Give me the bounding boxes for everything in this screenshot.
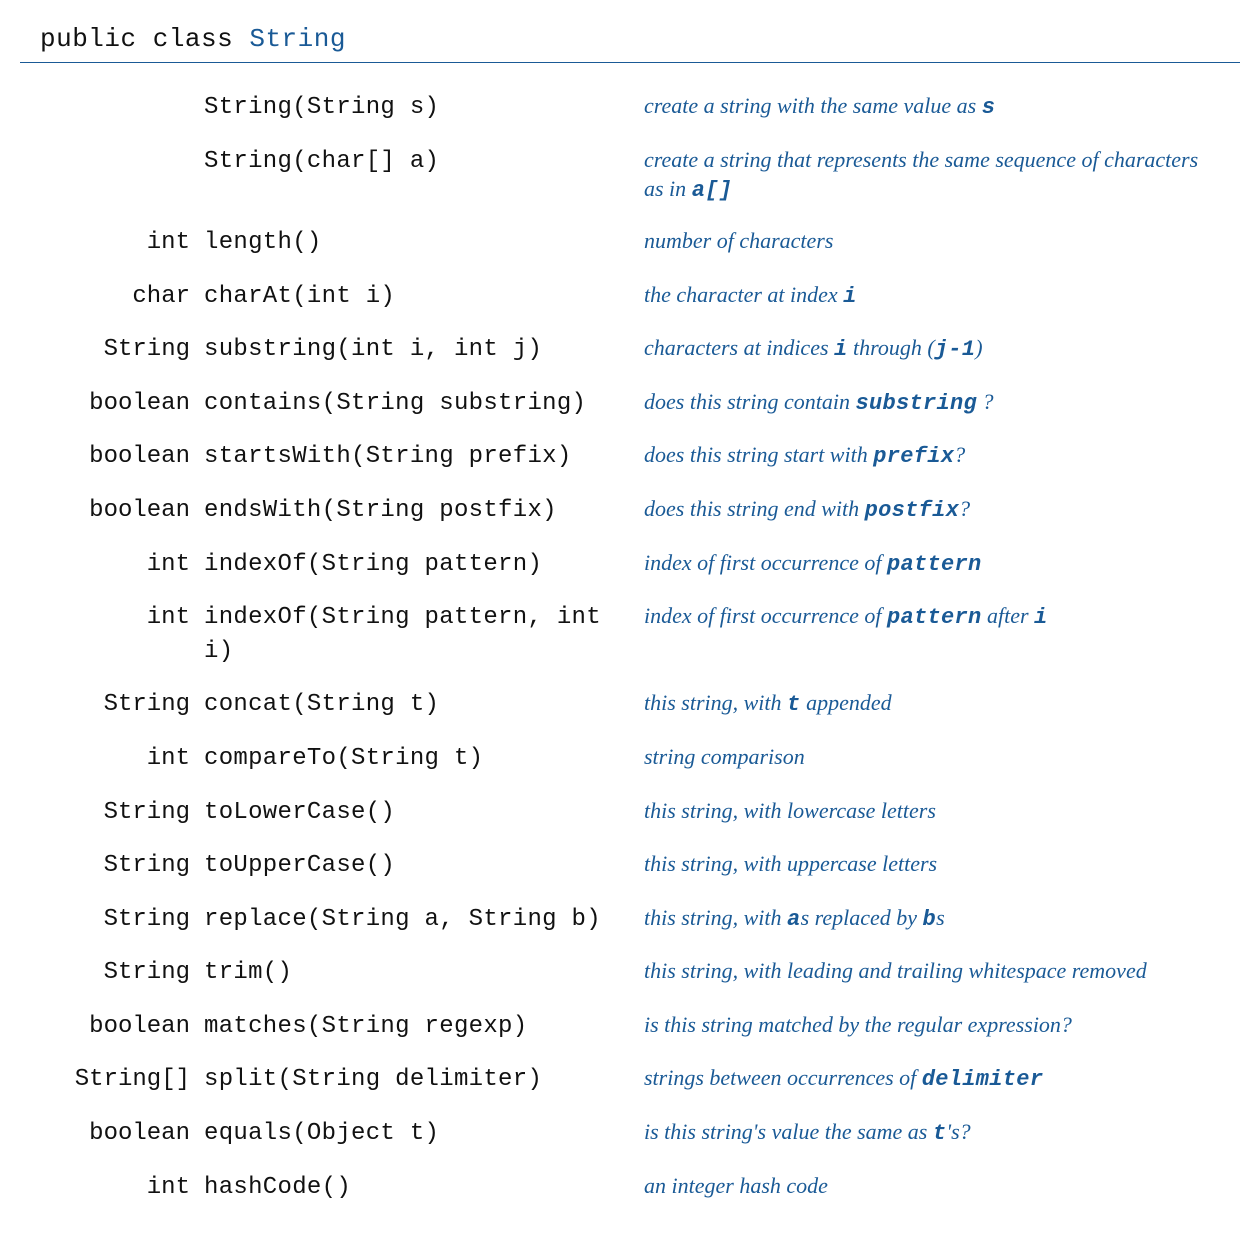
api-table: public class String String(String s)crea… [0, 0, 1260, 1254]
return-type: int [20, 548, 204, 582]
return-type: boolean [20, 387, 204, 421]
method-description: does this string start with prefix? [644, 440, 1240, 472]
method-row: Stringconcat(String t)this string, with … [20, 678, 1240, 732]
return-type: int [20, 226, 204, 260]
return-type: String [20, 849, 204, 883]
return-type: boolean [20, 1010, 204, 1044]
method-signature: String(char[] a) [204, 145, 644, 179]
method-description: this string, with leading and trailing w… [644, 956, 1240, 986]
method-signature: charAt(int i) [204, 280, 644, 314]
method-description: create a string with the same value as s [644, 91, 1240, 123]
return-type: String [20, 796, 204, 830]
method-signature: String(String s) [204, 91, 644, 125]
method-row: String(char[] a)create a string that rep… [20, 135, 1240, 216]
method-signature: indexOf(String pattern) [204, 548, 644, 582]
method-description: strings between occurrences of delimiter [644, 1063, 1240, 1095]
method-signature: startsWith(String prefix) [204, 440, 644, 474]
method-row: booleanendsWith(String postfix)does this… [20, 484, 1240, 538]
return-type: int [20, 601, 204, 635]
method-signature: compareTo(String t) [204, 742, 644, 776]
method-row: intcompareTo(String t)string comparison [20, 732, 1240, 786]
method-description: this string, with uppercase letters [644, 849, 1240, 879]
method-description: an integer hash code [644, 1171, 1240, 1201]
method-row: StringtoUpperCase()this string, with upp… [20, 839, 1240, 893]
method-signature: length() [204, 226, 644, 260]
return-type: char [20, 280, 204, 314]
method-row: booleanstartsWith(String prefix)does thi… [20, 430, 1240, 484]
return-type: String[] [20, 1063, 204, 1097]
return-type: String [20, 956, 204, 990]
return-type: boolean [20, 1117, 204, 1151]
method-description: this string, with t appended [644, 688, 1240, 720]
return-type: String [20, 688, 204, 722]
method-signature: concat(String t) [204, 688, 644, 722]
method-row: booleanequals(Object t)is this string's … [20, 1107, 1240, 1161]
method-row: booleancontains(String substring)does th… [20, 377, 1240, 431]
method-description: this string, with lowercase letters [644, 796, 1240, 826]
method-signature: toLowerCase() [204, 796, 644, 830]
return-type: int [20, 742, 204, 776]
return-type: boolean [20, 494, 204, 528]
method-description: characters at indices i through (j-1) [644, 333, 1240, 365]
method-signature: contains(String substring) [204, 387, 644, 421]
class-name: String [249, 24, 346, 54]
method-signature: substring(int i, int j) [204, 333, 644, 367]
method-row: intindexOf(String pattern, int i)index o… [20, 591, 1240, 678]
method-row: intlength()number of characters [20, 216, 1240, 270]
method-description: is this string's value the same as t's? [644, 1117, 1240, 1149]
return-type: String [20, 903, 204, 937]
method-row: booleanmatches(String regexp)is this str… [20, 1000, 1240, 1054]
method-description: the character at index i [644, 280, 1240, 312]
method-row: Stringtrim()this string, with leading an… [20, 946, 1240, 1000]
return-type: int [20, 1171, 204, 1205]
method-signature: toUpperCase() [204, 849, 644, 883]
method-description: is this string matched by the regular ex… [644, 1010, 1240, 1040]
method-row: charcharAt(int i)the character at index … [20, 270, 1240, 324]
method-row: Stringreplace(String a, String b)this st… [20, 893, 1240, 947]
method-row: String[]split(String delimiter)strings b… [20, 1053, 1240, 1107]
method-row: Stringsubstring(int i, int j)characters … [20, 323, 1240, 377]
method-description: create a string that represents the same… [644, 145, 1240, 206]
method-signature: endsWith(String postfix) [204, 494, 644, 528]
method-signature: matches(String regexp) [204, 1010, 644, 1044]
method-signature: split(String delimiter) [204, 1063, 644, 1097]
class-declaration: public class String [20, 20, 1240, 63]
method-list: String(String s)create a string with the… [20, 63, 1240, 1214]
method-description: does this string contain substring ? [644, 387, 1240, 419]
method-signature: indexOf(String pattern, int i) [204, 601, 644, 668]
method-description: index of first occurrence of pattern aft… [644, 601, 1240, 633]
method-description: number of characters [644, 226, 1240, 256]
method-row: String(String s)create a string with the… [20, 81, 1240, 135]
method-description: does this string end with postfix? [644, 494, 1240, 526]
method-signature: hashCode() [204, 1171, 644, 1205]
method-signature: equals(Object t) [204, 1117, 644, 1151]
method-signature: replace(String a, String b) [204, 903, 644, 937]
method-row: StringtoLowerCase()this string, with low… [20, 786, 1240, 840]
method-description: string comparison [644, 742, 1240, 772]
method-description: index of first occurrence of pattern [644, 548, 1240, 580]
return-type: String [20, 333, 204, 367]
method-row: intindexOf(String pattern)index of first… [20, 538, 1240, 592]
return-type: boolean [20, 440, 204, 474]
method-row: inthashCode()an integer hash code [20, 1161, 1240, 1215]
method-signature: trim() [204, 956, 644, 990]
class-prefix: public class [40, 24, 249, 54]
method-description: this string, with as replaced by bs [644, 903, 1240, 935]
